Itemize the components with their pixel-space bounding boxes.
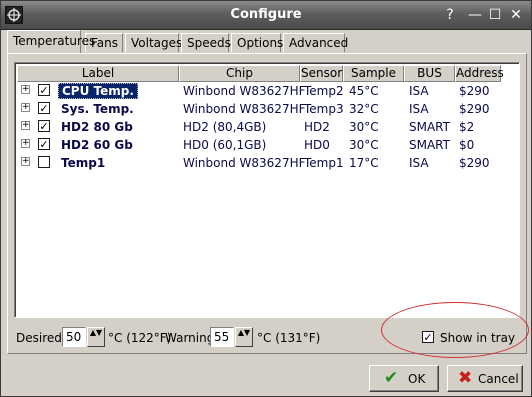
table-row[interactable]: + ✓ HD2 80 Gb HD2 (80,4GB) HD2 30°C SMAR…	[17, 118, 519, 136]
row-sensor: Temp1	[304, 156, 344, 170]
column-header-address[interactable]: Address	[455, 65, 504, 82]
row-sample: 32°C	[349, 102, 379, 116]
cancel-button[interactable]: ✖ Cancel	[447, 365, 523, 392]
desired-unit: °C (122°F)	[108, 331, 172, 345]
row-chip: HD2 (80,4GB)	[183, 120, 267, 134]
row-chip: Winbond W83627HF	[183, 156, 306, 170]
row-sensor: HD2	[304, 120, 330, 134]
expand-icon[interactable]: +	[21, 121, 30, 130]
sensor-list[interactable]: Label Chip Sensor Sample BUS Address + ✓…	[14, 62, 520, 318]
row-sample: 17°C	[349, 156, 379, 170]
table-row[interactable]: + ✓ Sys. Temp. Winbond W83627HF Temp3 32…	[17, 100, 519, 118]
row-address: $290	[459, 102, 490, 116]
checkmark-icon: ✔	[384, 368, 399, 388]
row-sensor: HD0	[304, 138, 330, 152]
row-address: $290	[459, 84, 490, 98]
cancel-label: Cancel	[478, 372, 519, 386]
cancel-x-icon: ✖	[458, 368, 473, 388]
maximize-button[interactable]: ☐	[487, 7, 503, 23]
table-row[interactable]: + ✓ CPU Temp. Winbond W83627HF Temp2 45°…	[17, 82, 519, 100]
column-header-sensor[interactable]: Sensor	[300, 65, 343, 82]
row-label: Sys. Temp.	[61, 102, 134, 116]
expand-icon[interactable]: +	[21, 85, 30, 94]
expand-icon[interactable]: +	[21, 139, 30, 148]
row-address: $0	[459, 138, 475, 152]
row-bus: SMART	[409, 120, 450, 134]
row-chip: HD0 (60,1GB)	[183, 138, 267, 152]
row-checkbox[interactable]	[38, 156, 50, 168]
warning-unit: °C (131°F)	[257, 331, 321, 345]
column-header-label[interactable]: Label	[17, 65, 179, 82]
table-row[interactable]: + ✓ HD2 60 Gb HD0 (60,1GB) HD0 30°C SMAR…	[17, 136, 519, 154]
column-header-bus[interactable]: BUS	[404, 65, 455, 82]
column-header-chip[interactable]: Chip	[179, 65, 300, 82]
row-bus: ISA	[409, 156, 429, 170]
row-checkbox[interactable]: ✓	[38, 84, 50, 96]
list-header: Label Chip Sensor Sample BUS Address	[17, 65, 519, 82]
row-sample: 30°C	[349, 138, 379, 152]
tab-voltages[interactable]: Voltages	[125, 33, 182, 52]
row-checkbox[interactable]: ✓	[38, 138, 50, 150]
help-button[interactable]: ?	[442, 7, 458, 23]
tab-speeds[interactable]: Speeds	[181, 33, 231, 52]
expand-icon[interactable]: +	[21, 103, 30, 112]
row-label: HD2 60 Gb	[61, 138, 133, 152]
minimize-button[interactable]: —	[467, 7, 483, 23]
tab-temperatures[interactable]: Temperatures	[7, 30, 95, 53]
highlight-annotation	[381, 302, 529, 358]
warning-input[interactable]: 55	[210, 327, 234, 347]
row-bus: ISA	[409, 84, 429, 98]
tab-advanced[interactable]: Advanced	[283, 33, 348, 52]
row-label: CPU Temp.	[58, 83, 138, 99]
desired-spinner[interactable]: ▲▼	[87, 327, 105, 347]
row-bus: ISA	[409, 102, 429, 116]
row-checkbox[interactable]: ✓	[38, 120, 50, 132]
expand-icon[interactable]: +	[21, 157, 30, 166]
warning-spinner[interactable]: ▲▼	[235, 327, 253, 347]
warning-label: Warning	[165, 331, 215, 345]
row-chip: Winbond W83627HF	[183, 102, 306, 116]
row-sample: 30°C	[349, 120, 379, 134]
configure-window: Configure ? — ☐ ✕ Temperatures Fans Volt…	[0, 0, 532, 397]
row-sample: 45°C	[349, 84, 379, 98]
row-checkbox[interactable]: ✓	[38, 102, 50, 114]
close-button[interactable]: ✕	[508, 7, 524, 23]
row-address: $2	[459, 120, 475, 134]
row-bus: SMART	[409, 138, 450, 152]
table-row[interactable]: + Temp1 Winbond W83627HF Temp1 17°C ISA …	[17, 154, 519, 172]
ok-label: OK	[408, 372, 426, 386]
row-sensor: Temp2	[304, 84, 344, 98]
row-label: HD2 80 Gb	[61, 120, 133, 134]
row-sensor: Temp3	[304, 102, 344, 116]
tab-options[interactable]: Options	[231, 33, 283, 52]
row-label: Temp1	[61, 156, 106, 170]
column-header-sample[interactable]: Sample	[343, 65, 404, 82]
row-address: $290	[459, 156, 490, 170]
row-chip: Winbond W83627HF	[183, 84, 306, 98]
desired-label: Desired	[16, 331, 62, 345]
ok-button[interactable]: ✔ OK	[369, 365, 439, 392]
title-bar[interactable]: Configure ? — ☐ ✕	[1, 1, 531, 30]
desired-input[interactable]: 50	[62, 327, 86, 347]
